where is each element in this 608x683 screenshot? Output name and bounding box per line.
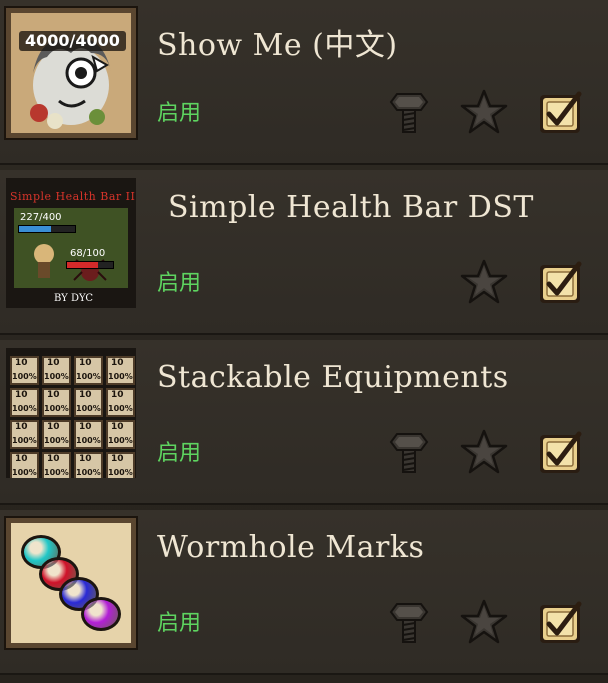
thumbnail-banner: Simple Health Bar II	[10, 190, 136, 203]
inventory-slot: 10 100%	[106, 388, 135, 417]
config-button[interactable]	[383, 86, 435, 138]
slot-durability: 100%	[12, 404, 37, 413]
enable-checkbox[interactable]	[535, 596, 587, 648]
slot-count: 10	[111, 422, 124, 432]
slot-durability: 100%	[44, 404, 69, 413]
inventory-slot: 10 100%	[106, 420, 135, 449]
mod-status: 启用	[157, 271, 202, 296]
inventory-slot: 10 100%	[10, 356, 39, 385]
enemy-hp-text: 68/100	[70, 248, 106, 259]
slot-count: 10	[15, 358, 28, 368]
inventory-slot: 10 100%	[106, 356, 135, 385]
slot-durability: 100%	[12, 372, 37, 381]
mod-thumbnail-stackable-equipments: 10 100% 10 100% 10 100% 10 100% 10 100% 10 100% 10 10…	[6, 348, 136, 478]
slot-durability: 100%	[12, 436, 37, 445]
checkbox-checked-icon	[540, 91, 582, 133]
config-button[interactable]	[383, 426, 435, 478]
checkbox-checked-icon	[540, 261, 582, 303]
slot-count: 10	[15, 454, 28, 464]
inventory-slot: 10 100%	[42, 356, 71, 385]
favorite-button[interactable]	[458, 256, 510, 308]
slot-count: 10	[111, 358, 124, 368]
slot-durability: 100%	[108, 468, 133, 477]
mod-title: Stackable Equipments	[157, 360, 509, 395]
bolt-icon	[389, 433, 429, 473]
mod-title: Wormhole Marks	[157, 530, 425, 565]
hp-readout: 4000/4000	[19, 31, 126, 51]
slot-durability: 100%	[12, 468, 37, 477]
slot-count: 10	[47, 454, 60, 464]
inventory-slot: 10 100%	[42, 420, 71, 449]
slot-count: 10	[79, 390, 92, 400]
inventory-slot: 10 100%	[10, 420, 39, 449]
inventory-slot: 10 100%	[74, 388, 103, 417]
inventory-slot: 10 100%	[42, 388, 71, 417]
player-hp-bar	[18, 225, 76, 233]
checkbox-checked-icon	[540, 601, 582, 643]
slot-durability: 100%	[44, 372, 69, 381]
slot-durability: 100%	[44, 468, 69, 477]
enable-checkbox[interactable]	[535, 426, 587, 478]
inventory-slot: 10 100%	[74, 452, 103, 478]
slot-count: 10	[79, 454, 92, 464]
enable-checkbox[interactable]	[535, 86, 587, 138]
slot-durability: 100%	[108, 372, 133, 381]
slot-durability: 100%	[76, 372, 101, 381]
thumbnail-author: BY DYC	[54, 293, 94, 304]
mod-status: 启用	[157, 101, 202, 126]
inventory-slot: 10 100%	[106, 452, 135, 478]
slot-durability: 100%	[76, 436, 101, 445]
favorite-button[interactable]	[458, 596, 510, 648]
mod-title: Simple Health Bar DST	[168, 190, 534, 225]
mod-row-stackable-equipments[interactable]: 10 100% 10 100% 10 100% 10 100% 10 100% 10 100% 10 10…	[0, 340, 608, 505]
bolt-icon	[389, 603, 429, 643]
slot-count: 10	[15, 422, 28, 432]
enemy-hp-bar	[66, 261, 114, 269]
slot-durability: 100%	[108, 436, 133, 445]
gem-purple	[81, 597, 121, 631]
favorite-button[interactable]	[458, 86, 510, 138]
bolt-icon	[389, 93, 429, 133]
mod-row-simple-health-bar[interactable]: Simple Health Bar II 227/400 68/100 BY D…	[0, 170, 608, 335]
checkbox-checked-icon	[540, 431, 582, 473]
slot-count: 10	[79, 358, 92, 368]
mod-list: 4000/4000 Show Me (中文) 启用 Simple Health …	[0, 0, 608, 683]
mod-title: Show Me (中文)	[157, 28, 398, 63]
config-button[interactable]	[383, 596, 435, 648]
mod-row-show-me[interactable]: 4000/4000 Show Me (中文) 启用	[0, 0, 608, 165]
slot-count: 10	[47, 390, 60, 400]
star-icon	[460, 429, 508, 474]
star-icon	[460, 259, 508, 304]
slot-count: 10	[111, 390, 124, 400]
star-icon	[460, 599, 508, 644]
mod-thumbnail-wormhole-marks	[4, 516, 138, 650]
mod-thumbnail-simple-health-bar: Simple Health Bar II 227/400 68/100 BY D…	[6, 178, 136, 308]
mod-thumbnail-show-me: 4000/4000	[4, 6, 138, 140]
slot-count: 10	[15, 390, 28, 400]
star-icon	[460, 89, 508, 134]
slot-durability: 100%	[76, 468, 101, 477]
player-hp-text: 227/400	[20, 212, 62, 223]
slot-count: 10	[111, 454, 124, 464]
enable-checkbox[interactable]	[535, 256, 587, 308]
slot-durability: 100%	[108, 404, 133, 413]
inventory-grid: 10 100% 10 100% 10 100% 10 100% 10 100% 10 100% 10 10…	[10, 356, 135, 478]
inventory-slot: 10 100%	[74, 420, 103, 449]
slot-count: 10	[79, 422, 92, 432]
favorite-button[interactable]	[458, 426, 510, 478]
slot-count: 10	[47, 358, 60, 368]
inventory-slot: 10 100%	[10, 388, 39, 417]
slot-durability: 100%	[44, 436, 69, 445]
inventory-slot: 10 100%	[74, 356, 103, 385]
inventory-slot: 10 100%	[10, 452, 39, 478]
mod-status: 启用	[157, 441, 202, 466]
mod-row-wormhole-marks[interactable]: Wormhole Marks 启用	[0, 510, 608, 675]
inventory-slot: 10 100%	[42, 452, 71, 478]
mod-status: 启用	[157, 611, 202, 636]
slot-count: 10	[47, 422, 60, 432]
slot-durability: 100%	[76, 404, 101, 413]
